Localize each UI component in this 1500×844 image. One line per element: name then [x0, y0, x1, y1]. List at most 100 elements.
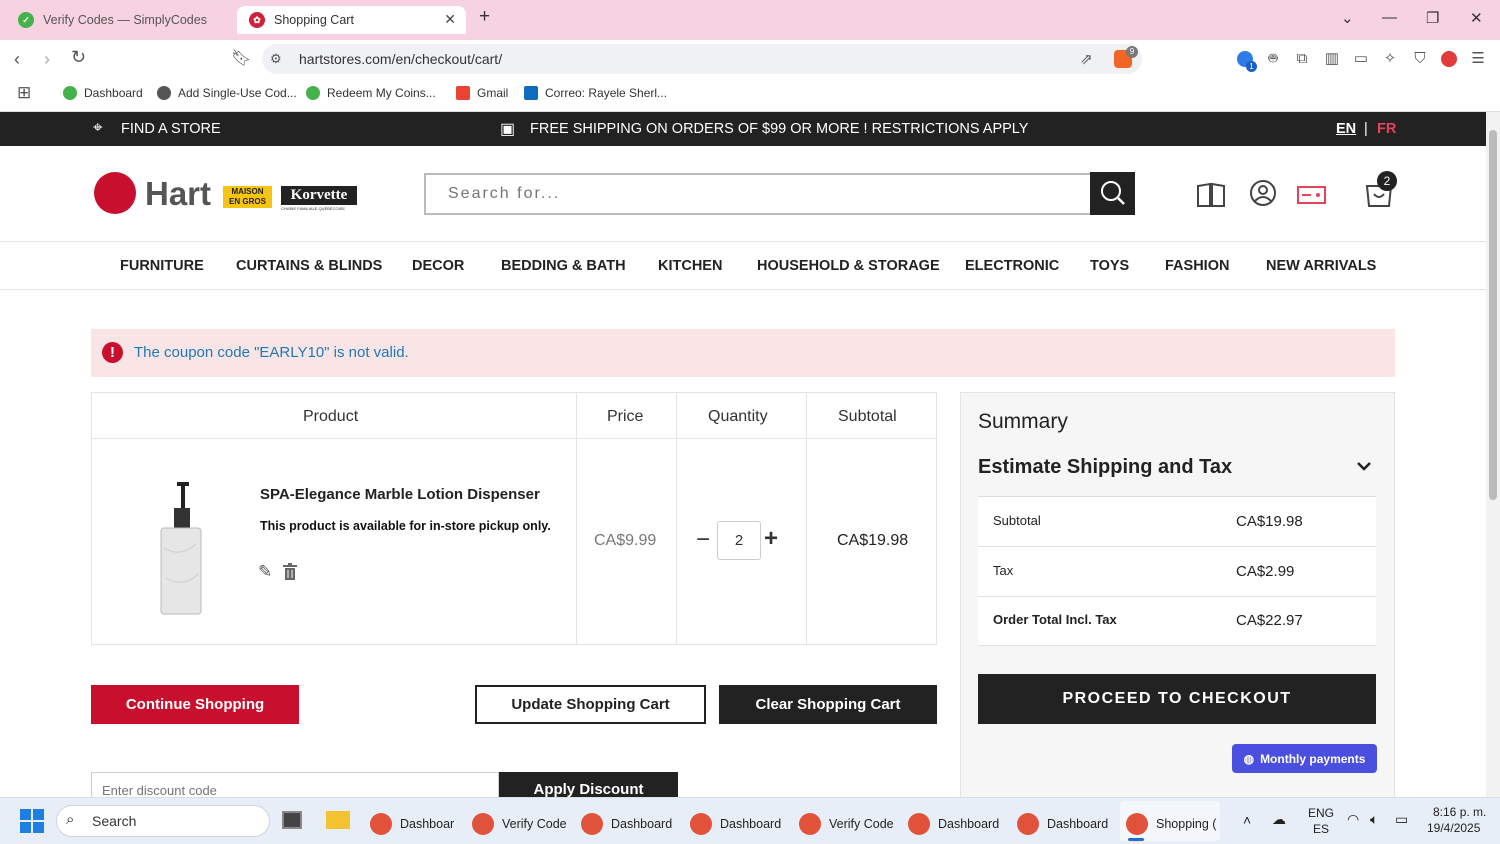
url-text[interactable]: hartstores.com/en/checkout/cart/ — [299, 51, 502, 67]
header-subtotal: Subtotal — [838, 408, 897, 425]
clock-time[interactable]: 8:16 p. m. — [1433, 805, 1486, 819]
proceed-checkout-button[interactable]: PROCEED TO CHECKOUT — [978, 674, 1376, 724]
bookmark-redeem[interactable]: Redeem My Coins... — [306, 86, 436, 100]
lang-en[interactable]: EN — [1336, 121, 1356, 137]
clear-cart-button[interactable]: Clear Shopping Cart — [719, 685, 937, 724]
volume-icon[interactable]: 🔈︎ — [1370, 811, 1378, 828]
qty-input[interactable]: 2 — [717, 521, 761, 560]
forward-icon[interactable]: › — [44, 49, 50, 70]
edit-pencil-icon[interactable]: ✎ — [258, 562, 272, 582]
nav-fashion[interactable]: FASHION — [1165, 258, 1229, 274]
close-tab-icon[interactable]: ✕ — [444, 11, 456, 28]
extension-red-icon[interactable] — [1441, 51, 1457, 67]
nav-new-arrivals[interactable]: NEW ARRIVALS — [1266, 258, 1376, 274]
account-icon[interactable] — [1249, 179, 1277, 207]
nav-electronic[interactable]: ELECTRONIC — [965, 258, 1059, 274]
extension-robot-icon[interactable]: 🤖︎ — [1264, 50, 1282, 68]
windows-start-icon[interactable] — [20, 809, 44, 833]
taskbar-search[interactable] — [56, 805, 270, 837]
close-window-icon[interactable]: ✕ — [1470, 9, 1483, 27]
wifi-icon[interactable]: ◠ — [1347, 811, 1359, 828]
minimize-icon[interactable]: — — [1382, 9, 1397, 26]
bookmark-dashboard[interactable]: Dashboard — [63, 86, 143, 100]
monthly-payments-button[interactable]: ◍ Monthly payments — [1232, 744, 1377, 773]
col-divider — [806, 393, 807, 644]
qty-minus-button[interactable]: − — [696, 526, 710, 554]
onedrive-icon[interactable]: ☁︎ — [1272, 811, 1286, 828]
clock-date[interactable]: 19/4/2025 — [1427, 821, 1480, 835]
back-icon[interactable]: ‹ — [14, 49, 20, 70]
update-cart-button[interactable]: Update Shopping Cart — [475, 685, 706, 724]
apps-grid-icon[interactable]: ⊞ — [17, 83, 31, 103]
col-divider — [576, 393, 577, 644]
hart-logo-icon[interactable] — [94, 172, 136, 214]
taskbar-app-label: Dashboard — [720, 817, 782, 831]
tab-search-chevron-icon[interactable]: ⌄ — [1341, 9, 1354, 27]
leo-ai-icon[interactable]: ✧ — [1381, 50, 1399, 68]
extensions-puzzle-icon[interactable]: ⧉ — [1293, 50, 1311, 68]
payment-icon: ◍ — [1243, 751, 1255, 766]
vpn-shield-icon[interactable]: ⛉ — [1411, 50, 1429, 68]
taskbar-app[interactable]: Verify Code — [472, 813, 567, 835]
scrollbar-thumb[interactable] — [1489, 130, 1497, 500]
share-icon[interactable]: ⇗ — [1080, 50, 1093, 68]
continue-shopping-button[interactable]: Continue Shopping — [91, 685, 299, 724]
taskbar-app[interactable]: Verify Code — [799, 813, 894, 835]
file-explorer-icon[interactable] — [326, 811, 350, 829]
maison-logo[interactable]: MAISON EN GROS — [223, 186, 272, 208]
maximize-icon[interactable]: ❐ — [1426, 9, 1439, 27]
new-tab-icon[interactable]: + — [479, 6, 490, 28]
find-store-link[interactable]: FIND A STORE — [121, 121, 221, 137]
bookmark-gmail[interactable]: Gmail — [456, 86, 508, 100]
sidebar-icon[interactable]: ▥ — [1323, 50, 1341, 68]
task-view-icon[interactable] — [282, 811, 302, 829]
lang-indicator-1[interactable]: ENG — [1308, 806, 1334, 820]
qty-plus-button[interactable]: + — [764, 525, 778, 553]
wallet-icon[interactable]: ▭ — [1352, 50, 1370, 68]
nav-household-storage[interactable]: HOUSEHOLD & STORAGE — [757, 258, 940, 274]
nav-kitchen[interactable]: KITCHEN — [658, 258, 722, 274]
battery-icon[interactable]: ▭ — [1395, 811, 1408, 828]
reload-icon[interactable]: ↻ — [71, 47, 86, 68]
tray-chevron-up-icon[interactable]: ˄ — [1243, 812, 1251, 828]
taskbar-app-active[interactable]: Shopping ( — [1126, 813, 1216, 835]
bookmark-outlook[interactable]: Correo: Rayele Sherl... — [524, 86, 667, 100]
search-input[interactable] — [426, 175, 1091, 213]
estimate-shipping-toggle[interactable]: Estimate Shipping and Tax — [978, 456, 1232, 479]
globe-icon — [157, 86, 171, 100]
gift-card-icon[interactable] — [1297, 185, 1327, 205]
taskbar-app[interactable]: Dashboar — [370, 813, 454, 835]
tab-shopping-cart[interactable]: ✿ Shopping Cart ✕ — [237, 6, 466, 34]
nav-bedding-bath[interactable]: BEDDING & BATH — [501, 258, 626, 274]
nav-curtains-blinds[interactable]: CURTAINS & BLINDS — [236, 258, 382, 274]
logo-hart[interactable]: Hart — [145, 175, 211, 213]
taskbar-app[interactable]: Dashboard — [908, 813, 999, 835]
item-price: CA$9.99 — [594, 532, 657, 549]
menu-icon[interactable]: ☰ — [1469, 50, 1487, 68]
search-button[interactable] — [1090, 172, 1135, 215]
apply-discount-button[interactable]: Apply Discount — [499, 772, 678, 798]
bookmark-label: Correo: Rayele Sherl... — [545, 86, 668, 100]
discount-input[interactable] — [92, 773, 498, 797]
product-name[interactable]: SPA-Elegance Marble Lotion Dispenser — [260, 486, 540, 503]
catalog-book-icon[interactable] — [1196, 182, 1226, 208]
delete-trash-icon[interactable] — [282, 563, 298, 581]
bookmark-icon[interactable]: 🔖︎ — [231, 48, 251, 68]
bookmark-label: Add Single-Use Cod... — [178, 86, 297, 100]
taskbar-app[interactable]: Dashboard — [1017, 813, 1108, 835]
pickup-note: This product is available for in-store p… — [260, 519, 551, 533]
product-image[interactable] — [150, 478, 212, 618]
lang-indicator-2[interactable]: ES — [1313, 822, 1329, 836]
taskbar-app[interactable]: Dashboard — [690, 813, 781, 835]
brave-icon — [908, 813, 930, 835]
logo-korvette[interactable]: Korvette — [281, 186, 357, 205]
lang-fr[interactable]: FR — [1377, 121, 1396, 137]
bookmark-add-code[interactable]: Add Single-Use Cod... — [157, 86, 297, 100]
tab-verify-codes[interactable]: ✓ Verify Codes — SimplyCodes — [6, 6, 232, 34]
site-info-icon[interactable]: ⚙︎ — [270, 51, 282, 67]
nav-decor[interactable]: DECOR — [412, 258, 464, 274]
taskbar-app[interactable]: Dashboard — [581, 813, 672, 835]
nav-furniture[interactable]: FURNITURE — [120, 258, 204, 274]
chevron-down-icon[interactable] — [1356, 460, 1372, 472]
nav-toys[interactable]: TOYS — [1090, 258, 1129, 274]
